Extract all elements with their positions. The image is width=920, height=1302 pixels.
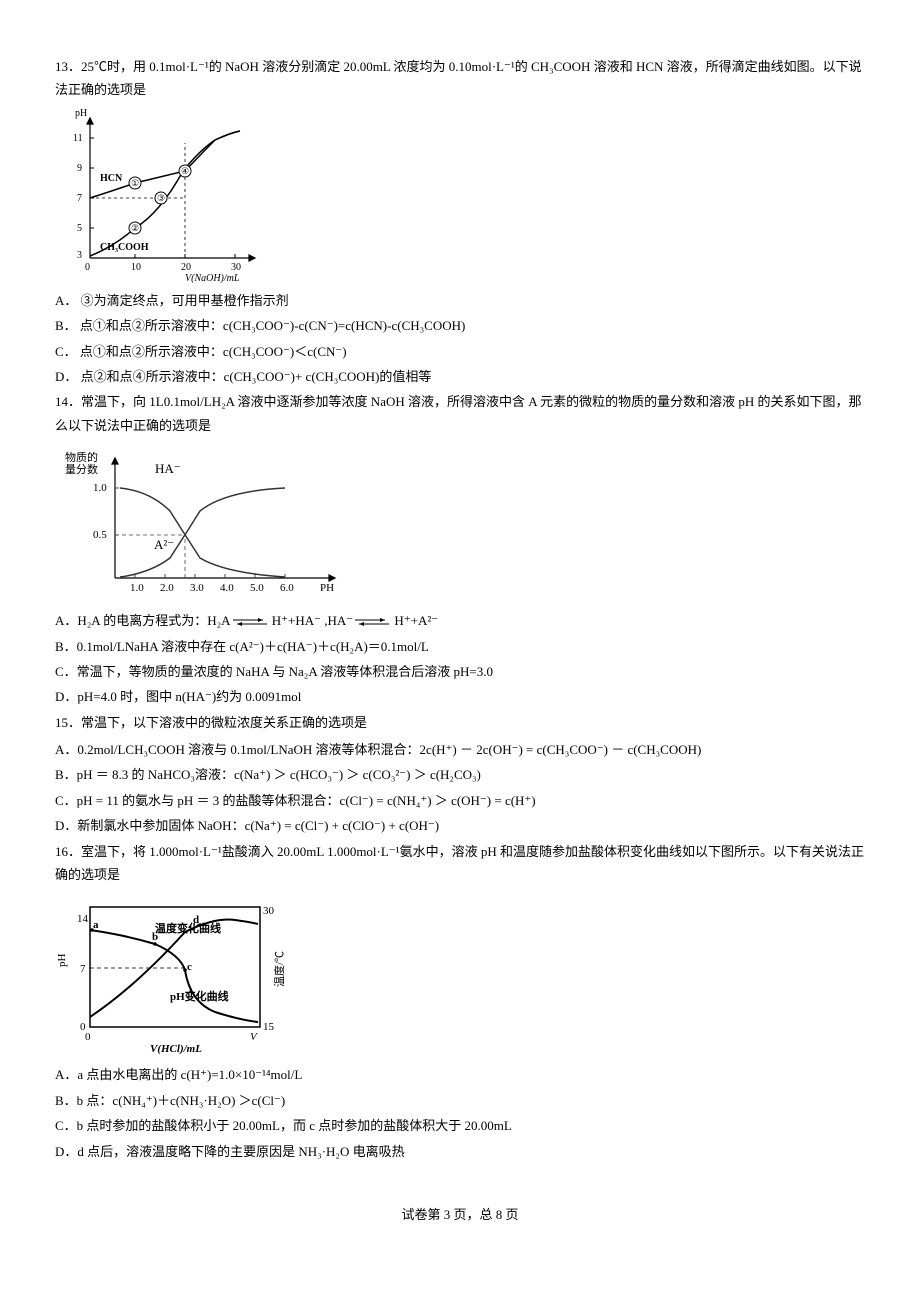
q14-a-suffix: H⁺+A²⁻: [391, 613, 438, 628]
q13-stem: 13．25℃时，用 0.1mol·L⁻¹的 NaOH 溶液分别滴定 20.00m…: [55, 55, 865, 102]
q14-opt-d: D．pH=4.0 时，图中 n(HA⁻)约为 0.0091mol: [55, 685, 865, 708]
svg-text:温度/℃: 温度/℃: [272, 951, 286, 987]
svg-text:9: 9: [77, 163, 82, 174]
svg-text:④: ④: [181, 166, 189, 176]
svg-text:a: a: [93, 919, 99, 931]
svg-text:1.0: 1.0: [130, 582, 144, 594]
svg-text:30: 30: [231, 262, 241, 273]
svg-text:温度变化曲线: 温度变化曲线: [155, 921, 221, 935]
svg-text:V(NaOH)/mL: V(NaOH)/mL: [185, 273, 240, 283]
svg-text:0.5: 0.5: [93, 529, 107, 541]
svg-text:pH: pH: [75, 108, 87, 119]
svg-text:V: V: [250, 1031, 258, 1043]
svg-text:10: 10: [131, 262, 141, 273]
q15-stem: 15．常温下，以下溶液中的微粒浓度关系正确的选项是: [55, 711, 865, 734]
svg-text:0: 0: [85, 1031, 91, 1043]
q14-a-prefix: A．H₂A 的电离方程式为：H₂A: [55, 613, 231, 628]
page-footer: 试卷第 3 页，总 8 页: [55, 1203, 865, 1226]
svg-text:5.0: 5.0: [250, 582, 264, 594]
q16-stem: 16．室温下，将 1.000mol·L⁻¹盐酸滴入 20.00mL 1.000m…: [55, 840, 865, 887]
svg-text:HCN: HCN: [100, 173, 123, 184]
svg-text:0: 0: [85, 262, 90, 273]
q15-opt-a: A．0.2mol/LCH₃COOH 溶液与 0.1mol/LNaOH 溶液等体积…: [55, 738, 865, 761]
q16-opt-a: A．a 点由水电离出的 c(H⁺)=1.0×10⁻¹⁴mol/L: [55, 1063, 865, 1086]
q15-opt-d: D．新制氯水中参加固体 NaOH：c(Na⁺) = c(Cl⁻) + c(ClO…: [55, 814, 865, 837]
q14-chart: 物质的 量分数 1.0 0.5 1.02.0 3.04.0 5.06.0 PH …: [55, 443, 865, 603]
q14-a-mid: H⁺+HA⁻ ,HA⁻: [269, 613, 354, 628]
q16-opt-d: D．d 点后，溶液温度略下降的主要原因是 NH₃·H₂O 电离吸热: [55, 1140, 865, 1163]
q16-opt-b: B．b 点：c(NH₄⁺)＋c(NH₃·H₂O) ＞c(Cl⁻): [55, 1089, 865, 1112]
svg-text:PH: PH: [320, 582, 334, 594]
svg-text:3: 3: [77, 250, 82, 261]
svg-text:pH: pH: [56, 954, 68, 968]
svg-text:3.0: 3.0: [190, 582, 204, 594]
svg-text:5: 5: [77, 223, 82, 234]
svg-text:量分数: 量分数: [65, 463, 98, 476]
q15-opt-b: B．pH ＝ 8.3 的 NaHCO₃溶液：c(Na⁺) ＞ c(HCO₃⁻) …: [55, 763, 865, 786]
svg-text:CH₃COOH: CH₃COOH: [100, 242, 149, 253]
q13-chart: pH 11 9 7 5 3 0 10 20 30 V(NaOH)/mL: [55, 108, 865, 283]
svg-text:②: ②: [131, 223, 139, 233]
q14-opt-c: C．常温下，等物质的量浓度的 NaHA 与 Na₂A 溶液等体积混合后溶液 pH…: [55, 660, 865, 683]
svg-text:30: 30: [263, 905, 275, 917]
svg-text:A²⁻: A²⁻: [154, 537, 174, 552]
q15-opt-c: C．pH = 11 的氨水与 pH ＝ 3 的盐酸等体积混合：c(Cl⁻) = …: [55, 789, 865, 812]
svg-text:7: 7: [80, 963, 86, 975]
q13-opt-c: C． 点①和点②所示溶液中：c(CH₃COO⁻)＜c(CN⁻): [55, 340, 865, 363]
svg-text:V(HCl)/mL: V(HCl)/mL: [150, 1043, 202, 1055]
q14-opt-b: B．0.1mol/LNaHA 溶液中存在 c(A²⁻)＋c(HA⁻)＋c(H₂A…: [55, 635, 865, 658]
q13-opt-d: D． 点②和点④所示溶液中：c(CH₃COO⁻)+ c(CH₃COOH)的值相等: [55, 365, 865, 388]
svg-text:1.0: 1.0: [93, 482, 107, 494]
svg-text:20: 20: [181, 262, 191, 273]
q13-opt-b: B． 点①和点②所示溶液中：c(CH₃COO⁻)-c(CN⁻)=c(HCN)-c…: [55, 314, 865, 337]
svg-text:物质的: 物质的: [65, 450, 98, 464]
svg-text:4.0: 4.0: [220, 582, 234, 594]
q14-stem: 14．常温下，向 1L0.1mol/LH₂A 溶液中逐渐参加等浓度 NaOH 溶…: [55, 390, 865, 437]
svg-text:7: 7: [77, 193, 82, 204]
svg-text:11: 11: [73, 133, 83, 144]
q14-opt-a: A．H₂A 的电离方程式为：H₂A H⁺+HA⁻ ,HA⁻ H⁺+A²⁻: [55, 609, 865, 632]
q13-opt-a: A． ③为滴定终点，可用甲基橙作指示剂: [55, 289, 865, 312]
svg-text:③: ③: [157, 193, 165, 203]
svg-text:c: c: [187, 961, 192, 973]
svg-text:pH变化曲线: pH变化曲线: [170, 989, 229, 1003]
svg-text:6.0: 6.0: [280, 582, 294, 594]
q16-opt-c: C．b 点时参加的盐酸体积小于 20.00mL，而 c 点时参加的盐酸体积大于 …: [55, 1114, 865, 1137]
svg-text:14: 14: [77, 913, 89, 925]
svg-text:HA⁻: HA⁻: [155, 461, 181, 476]
svg-text:①: ①: [131, 178, 139, 188]
svg-text:2.0: 2.0: [160, 582, 174, 594]
q16-chart: pH 1470 3015 温度/℃ 0V V(HCl)/mL ab cd 温度变…: [55, 892, 865, 1057]
svg-text:15: 15: [263, 1021, 275, 1033]
